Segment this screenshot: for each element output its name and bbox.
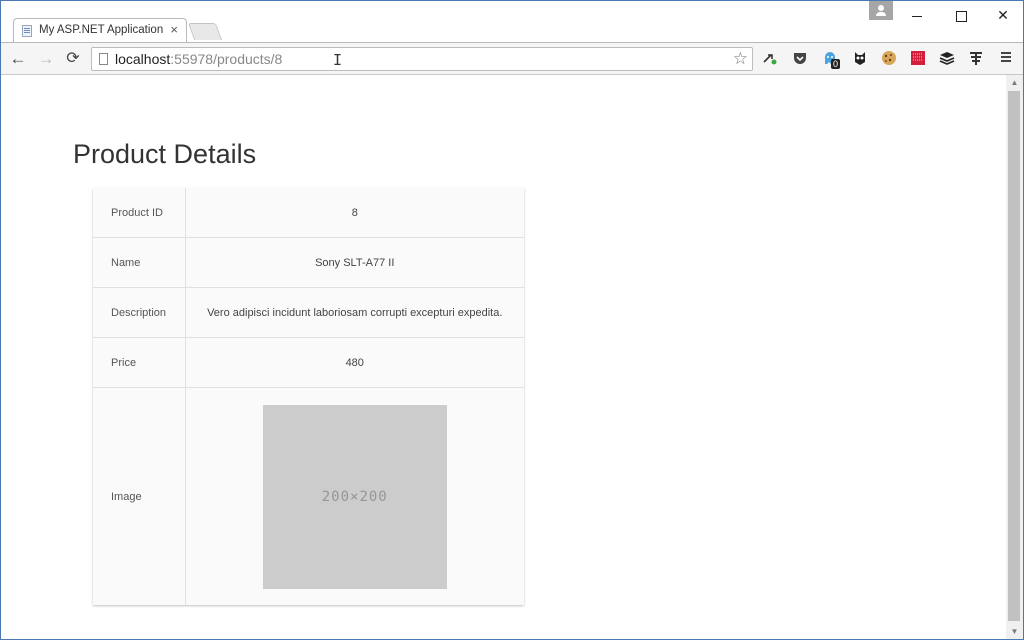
row-value: 200×200	[185, 388, 524, 606]
browser-tab[interactable]: My ASP.NET Application ×	[13, 18, 187, 43]
ghostery-icon[interactable]: 0	[821, 50, 841, 69]
url-host: localhost	[115, 51, 171, 67]
table-row: Price 480	[93, 337, 524, 388]
ghostery-badge: 0	[831, 59, 841, 69]
owl-icon[interactable]	[851, 50, 869, 68]
address-bar[interactable]: localhost:55978/products/8 ☆	[91, 47, 753, 71]
page-icon	[99, 53, 108, 65]
ext-arrow-icon[interactable]	[761, 50, 779, 68]
text-cursor-icon: I	[333, 51, 343, 69]
row-label: Description	[93, 287, 186, 338]
maximize-icon	[955, 10, 967, 22]
url-text: localhost:55978/products/8	[115, 51, 282, 67]
row-value: 8	[185, 188, 524, 238]
close-window-button[interactable]: ✕	[981, 1, 1024, 29]
menu-icon[interactable]	[997, 50, 1015, 68]
reload-button[interactable]: ⟳	[63, 49, 83, 69]
product-details-table: Product ID 8 Name Sony SLT-A77 II Descri…	[93, 188, 524, 605]
back-button[interactable]: ←	[8, 49, 28, 69]
maximize-button[interactable]	[939, 1, 983, 29]
new-tab-button[interactable]	[187, 23, 223, 40]
table-row: Image 200×200	[93, 387, 524, 606]
row-label: Name	[93, 237, 186, 288]
forward-button[interactable]: →	[36, 49, 56, 69]
table-row: Description Vero adipisci incidunt labor…	[93, 287, 524, 338]
row-value: Sony SLT-A77 II	[185, 237, 524, 288]
tab-title: My ASP.NET Application	[39, 24, 164, 36]
minimize-icon	[912, 15, 922, 17]
tab-strip: My ASP.NET Application × ✕	[1, 1, 1023, 43]
profile-icon[interactable]	[869, 1, 893, 20]
row-value: Vero adipisci incidunt laboriosam corrup…	[185, 287, 524, 338]
table-row: Product ID 8	[93, 188, 524, 238]
buffer-icon[interactable]	[938, 50, 956, 68]
row-label: Price	[93, 337, 186, 388]
bookmark-star-icon[interactable]: ☆	[733, 49, 748, 69]
vertical-scrollbar[interactable]: ▲ ▼	[1006, 75, 1023, 639]
browser-toolbar: ← → ⟳ localhost:55978/products/8 ☆ 0	[1, 42, 1023, 75]
page-viewport: Product Details Product ID 8 Name Sony S…	[1, 75, 1006, 639]
row-value: 480	[185, 337, 524, 388]
tab-close-icon[interactable]: ×	[170, 22, 178, 37]
page-title: Product Details	[73, 139, 257, 169]
pocket-icon[interactable]	[791, 50, 809, 68]
scroll-up-icon[interactable]: ▲	[1006, 75, 1023, 90]
page-favicon-icon	[22, 25, 32, 37]
scroll-down-icon[interactable]: ▼	[1006, 624, 1023, 639]
minimize-button[interactable]	[895, 1, 939, 29]
scrollbar-thumb[interactable]	[1008, 91, 1020, 621]
browser-window: My ASP.NET Application × ✕ ← → ⟳ localho…	[0, 0, 1024, 640]
table-row: Name Sony SLT-A77 II	[93, 237, 524, 288]
row-label: Product ID	[93, 188, 186, 238]
cookie-icon[interactable]	[880, 50, 898, 68]
product-image-placeholder: 200×200	[262, 404, 447, 589]
row-label: Image	[93, 387, 186, 605]
url-path: :55978/products/8	[170, 51, 283, 67]
ext-red-icon[interactable]	[909, 50, 927, 68]
ext-tree-icon[interactable]	[967, 50, 985, 68]
